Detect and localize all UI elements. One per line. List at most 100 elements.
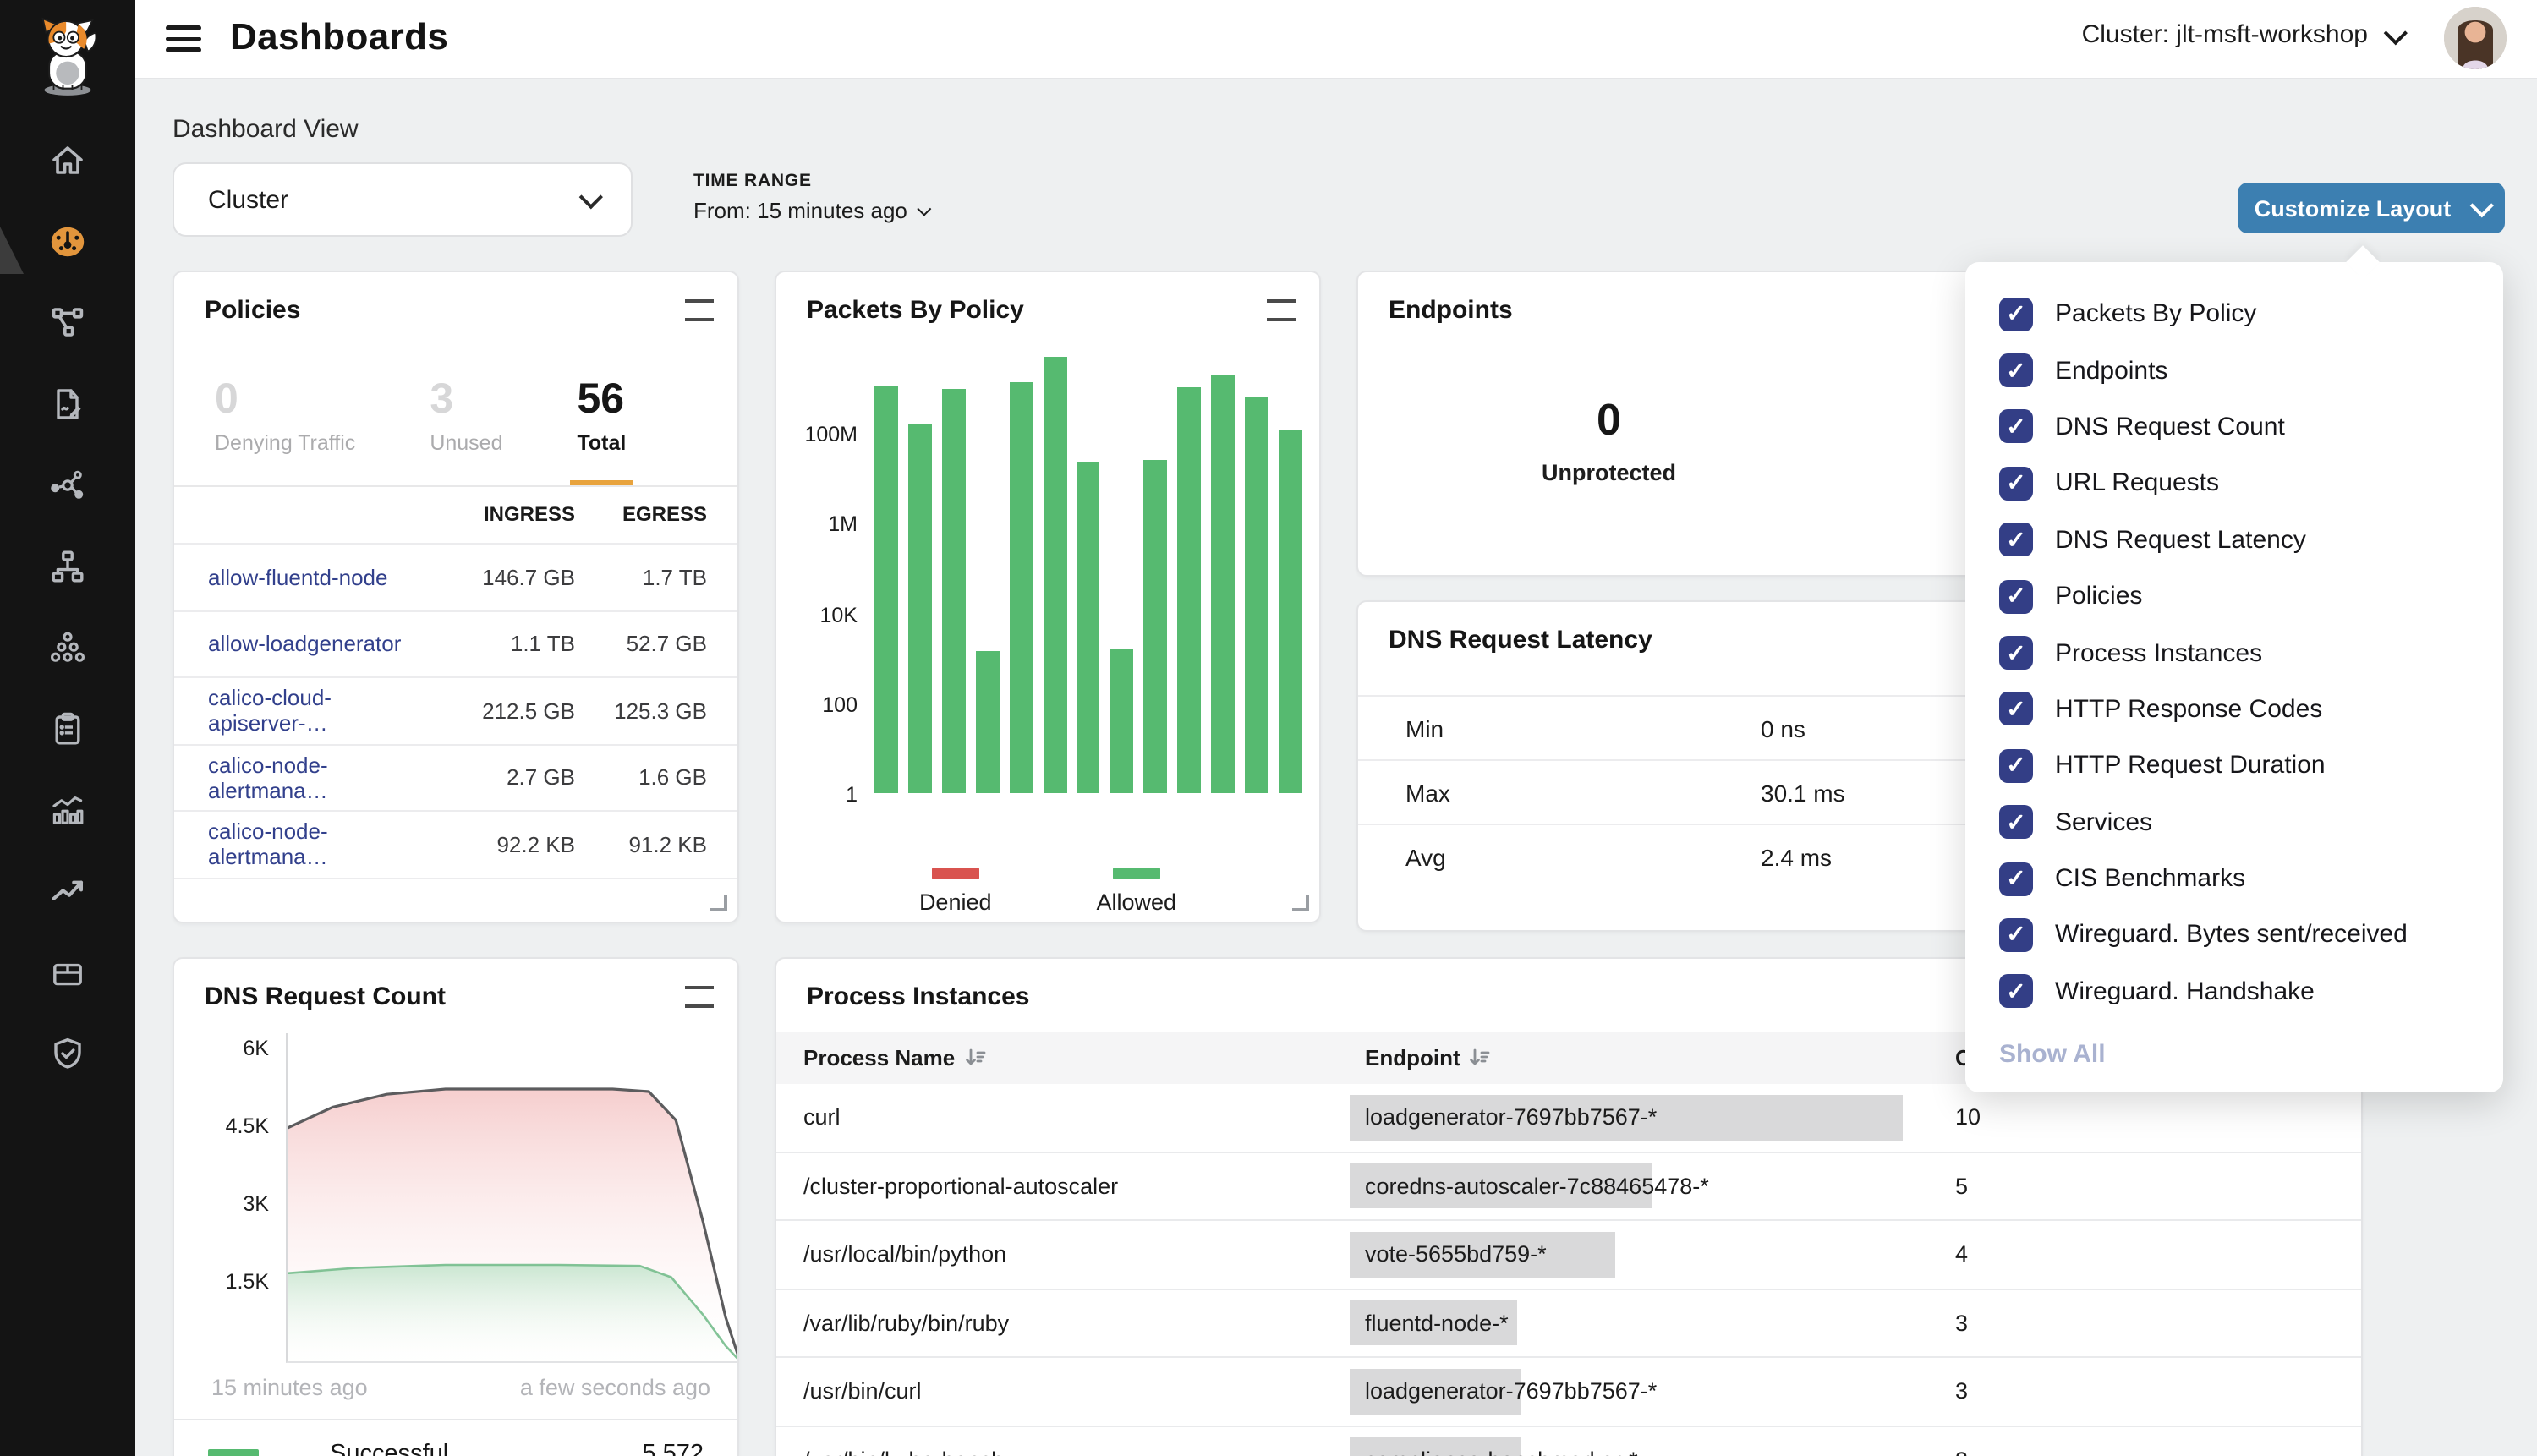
policy-edit-icon[interactable] <box>49 386 86 423</box>
dns-legend-row[interactable]: Successful 5,572 <box>174 1419 737 1456</box>
checkbox-checked-icon[interactable]: ✓ <box>1999 749 2033 783</box>
drag-handle-icon[interactable] <box>685 986 714 1008</box>
packages-box-icon[interactable] <box>49 954 86 991</box>
checkbox-checked-icon[interactable]: ✓ <box>1999 523 2033 557</box>
endpoints-cluster-icon[interactable] <box>49 629 86 666</box>
tab-label: Total <box>578 431 627 470</box>
legend-item-allowed[interactable]: Allowed <box>1097 868 1177 915</box>
menu-item-label: CIS Benchmarks <box>2055 864 2245 893</box>
allowed-bar[interactable] <box>908 424 932 793</box>
policies-tab-unused[interactable]: 3Unused <box>423 350 509 485</box>
avatar[interactable] <box>2444 7 2507 69</box>
menu-item[interactable]: ✓ Wireguard. Bytes sent/received <box>1965 907 2503 964</box>
policies-tab-denying-traffic[interactable]: 0Denying Traffic <box>208 350 362 485</box>
show-all-link[interactable]: Show All <box>1965 1020 2503 1076</box>
sort-icon <box>1469 1047 1491 1069</box>
checkbox-checked-icon[interactable]: ✓ <box>1999 579 2033 613</box>
menu-item-label: Wireguard. Bytes sent/received <box>2055 921 2408 950</box>
stat-value: 0 <box>1597 394 1621 446</box>
menu-item[interactable]: ✓Policies <box>1965 568 2503 625</box>
process-count: 3 <box>1955 1379 1968 1404</box>
tab-value: 56 <box>578 374 627 424</box>
allowed-bar[interactable] <box>1279 430 1302 793</box>
policy-ingress: 2.7 GB <box>426 765 575 791</box>
home-icon[interactable] <box>49 142 86 179</box>
policy-link[interactable]: calico-node-alertmana… <box>174 819 426 870</box>
chevron-down-icon <box>2470 194 2494 217</box>
compliance-clipboard-icon[interactable] <box>49 710 86 747</box>
allowed-bar[interactable] <box>1144 460 1168 793</box>
checkbox-checked-icon[interactable]: ✓ <box>1999 692 2033 726</box>
policy-link[interactable]: allow-fluentd-node <box>174 565 426 590</box>
policy-link[interactable]: allow-loadgenerator <box>174 632 426 657</box>
col-endpoint[interactable]: Endpoint <box>1350 1045 1955 1070</box>
col-egress[interactable]: EGRESS <box>575 502 707 526</box>
allowed-bar[interactable] <box>942 389 966 793</box>
cluster-switcher[interactable]: Cluster: jlt-msft-workshop <box>2082 20 2402 49</box>
checkbox-checked-icon[interactable]: ✓ <box>1999 862 2033 895</box>
security-shield-icon[interactable] <box>49 1035 86 1072</box>
menu-item[interactable]: ✓Process Instances <box>1965 625 2503 681</box>
calico-cat-logo[interactable] <box>30 14 105 95</box>
menu-item[interactable]: ✓Wireguard. Handshake <box>1965 963 2503 1020</box>
resize-handle-icon[interactable] <box>710 895 727 911</box>
policy-link[interactable]: calico-cloud-apiserver-… <box>174 686 426 736</box>
checkbox-checked-icon[interactable]: ✓ <box>1999 410 2033 444</box>
menu-item[interactable]: ✓HTTP Request Duration <box>1965 737 2503 794</box>
menu-item[interactable]: ✓ CIS Benchmarks <box>1965 851 2503 907</box>
checkbox-checked-icon[interactable]: ✓ <box>1999 636 2033 670</box>
policies-tab-total[interactable]: 56 Total <box>571 350 633 485</box>
checkbox-checked-icon[interactable]: ✓ <box>1999 805 2033 839</box>
drag-handle-icon[interactable] <box>685 299 714 321</box>
checkbox-checked-icon[interactable]: ✓ <box>1999 975 2033 1009</box>
legend-item-denied[interactable]: Denied <box>919 868 992 915</box>
dashboard-gauge-icon[interactable] <box>49 223 86 260</box>
menu-item[interactable]: ✓DNS Request Count <box>1965 399 2503 456</box>
menu-item[interactable]: ✓DNS Request Latency <box>1965 512 2503 568</box>
menu-icon[interactable] <box>166 25 201 52</box>
allowed-bar[interactable] <box>874 386 898 793</box>
x-axis-label-end: a few seconds ago <box>520 1375 710 1400</box>
menu-item[interactable]: ✓URL Requests <box>1965 455 2503 512</box>
tab-value: 0 <box>215 374 355 424</box>
menu-item[interactable]: ✓Packets By Policy <box>1965 286 2503 342</box>
allowed-bar[interactable] <box>976 651 1000 793</box>
network-graph-icon[interactable] <box>49 304 86 342</box>
menu-item[interactable]: ✓Endpoints <box>1965 342 2503 399</box>
col-process-name[interactable]: Process Name <box>776 1045 1350 1070</box>
service-graph-icon[interactable] <box>49 467 86 504</box>
checkbox-checked-icon[interactable]: ✓ <box>1999 918 2033 952</box>
policy-link[interactable]: calico-node-alertmana… <box>174 753 426 803</box>
y-axis-tick: 1.5K <box>174 1270 269 1294</box>
policy-ingress: 92.2 KB <box>426 832 575 857</box>
policy-egress: 1.7 TB <box>575 565 707 590</box>
process-name: /usr/bin/kube-bench <box>776 1448 1350 1456</box>
col-ingress[interactable]: INGRESS <box>426 502 575 526</box>
menu-item[interactable]: ✓Services <box>1965 794 2503 851</box>
y-axis-tick: 4.5K <box>174 1114 269 1138</box>
checkbox-checked-icon[interactable]: ✓ <box>1999 353 2033 387</box>
time-range-control[interactable]: TIME RANGE From: 15 minutes ago <box>693 171 928 223</box>
packets-by-policy-card: Packets By Policy 100M1M10K1001 DeniedAl… <box>775 271 1321 923</box>
drag-handle-icon[interactable] <box>1267 299 1296 321</box>
allowed-bar[interactable] <box>1211 375 1235 793</box>
y-axis-tick: 100M <box>776 423 858 446</box>
policy-ingress: 1.1 TB <box>426 632 575 657</box>
trend-icon[interactable] <box>49 873 86 910</box>
latency-label: Avg <box>1358 843 1761 870</box>
allowed-bar[interactable] <box>1110 649 1134 793</box>
allowed-bar[interactable] <box>1245 397 1268 793</box>
resize-handle-icon[interactable] <box>1292 895 1309 911</box>
card-title: DNS Request Count <box>205 983 446 1011</box>
view-select[interactable]: Cluster <box>173 162 633 237</box>
allowed-bar[interactable] <box>1043 357 1066 793</box>
customize-layout-button[interactable]: Customize Layout <box>2238 183 2505 233</box>
allowed-bar[interactable] <box>1077 462 1100 793</box>
menu-item[interactable]: ✓HTTP Response Codes <box>1965 681 2503 737</box>
allowed-bar[interactable] <box>1178 387 1202 793</box>
activity-stats-icon[interactable] <box>49 791 86 829</box>
checkbox-checked-icon[interactable]: ✓ <box>1999 467 2033 501</box>
checkbox-checked-icon[interactable]: ✓ <box>1999 297 2033 331</box>
sitemap-icon[interactable] <box>49 548 86 585</box>
allowed-bar[interactable] <box>1009 382 1033 793</box>
